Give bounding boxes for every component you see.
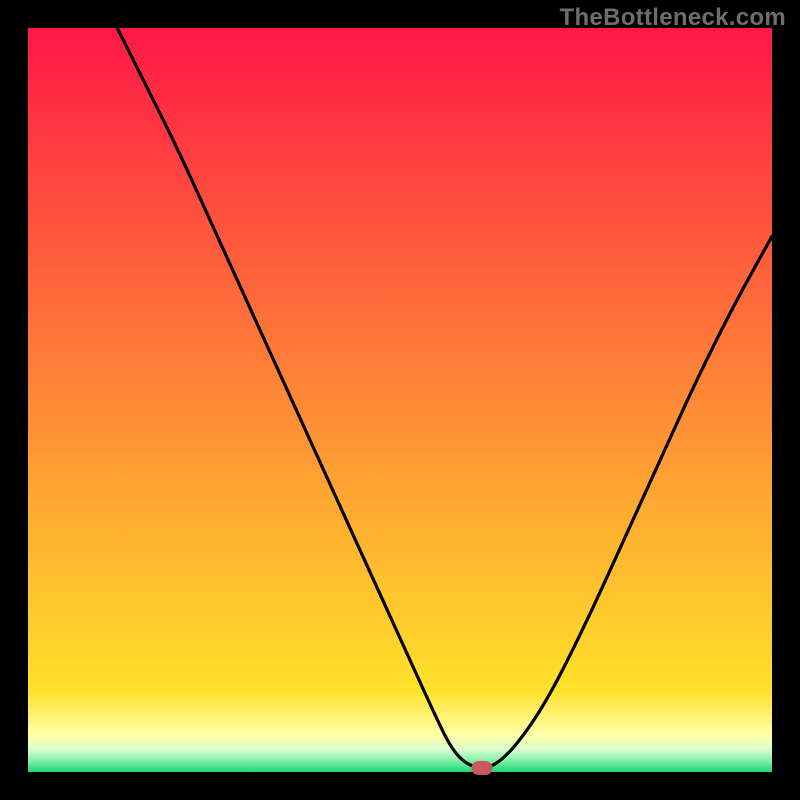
chart-plot-area bbox=[28, 28, 772, 772]
watermark-label: TheBottleneck.com bbox=[560, 4, 786, 32]
chart-curve bbox=[28, 28, 772, 772]
optimal-point-marker bbox=[471, 761, 492, 775]
